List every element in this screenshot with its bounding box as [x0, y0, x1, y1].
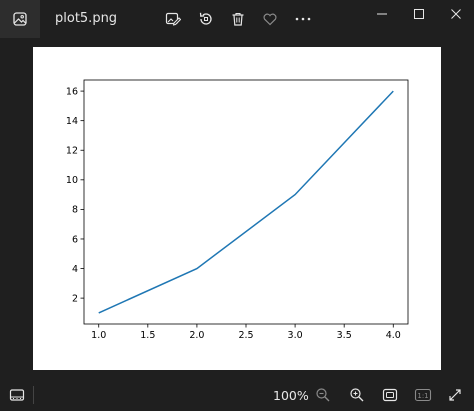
photos-app-icon[interactable]	[0, 0, 40, 38]
actual-size-label: 1:1	[417, 392, 428, 400]
line-chart: 1.0 1.5 2.0 2.5 3.0 3.5 4.0 2 4 6 8 10 12 14 16	[66, 79, 409, 341]
more-options-icon[interactable]	[292, 8, 314, 30]
zoom-out-icon[interactable]	[312, 384, 334, 406]
y-tick-label: 12	[66, 146, 78, 157]
filmstrip-icon[interactable]	[6, 384, 28, 406]
delete-icon[interactable]	[227, 8, 249, 30]
image-canvas: 1.0 1.5 2.0 2.5 3.0 3.5 4.0 2 4 6 8 10 12 14 16	[33, 47, 441, 370]
title-bar: plot5.png	[0, 0, 474, 38]
y-tick-label: 2	[72, 293, 78, 304]
x-tick-label: 2.0	[189, 330, 204, 341]
status-bar: 100% 1:1	[0, 379, 474, 411]
y-tick-label: 16	[66, 86, 78, 97]
x-tick-label: 4.0	[386, 330, 401, 341]
favorite-heart-icon[interactable]	[259, 8, 281, 30]
x-tick-label: 3.5	[337, 330, 352, 341]
file-name: plot5.png	[55, 11, 118, 26]
y-tick-label: 6	[72, 234, 78, 245]
zoom-level[interactable]: 100%	[273, 388, 309, 403]
close-icon[interactable]	[442, 3, 470, 25]
plot-area	[83, 79, 409, 325]
rotate-icon[interactable]	[195, 8, 217, 30]
y-tick-label: 10	[66, 175, 78, 186]
x-tick-label: 1.0	[91, 330, 106, 341]
y-tick-label: 4	[72, 264, 78, 275]
x-tick-label: 1.5	[140, 330, 155, 341]
fit-to-window-icon[interactable]	[379, 384, 401, 406]
status-divider	[33, 386, 34, 404]
y-tick-label: 14	[66, 116, 78, 127]
x-tick-label: 3.0	[288, 330, 303, 341]
actual-size-icon[interactable]: 1:1	[412, 384, 434, 406]
x-tick-label: 2.5	[238, 330, 253, 341]
series-line	[98, 90, 394, 314]
edit-image-icon[interactable]	[162, 8, 184, 30]
y-tick-label: 8	[72, 205, 78, 216]
maximize-icon[interactable]	[405, 3, 433, 25]
minimize-icon[interactable]	[368, 3, 396, 25]
fullscreen-icon[interactable]	[444, 384, 466, 406]
zoom-in-icon[interactable]	[346, 384, 368, 406]
